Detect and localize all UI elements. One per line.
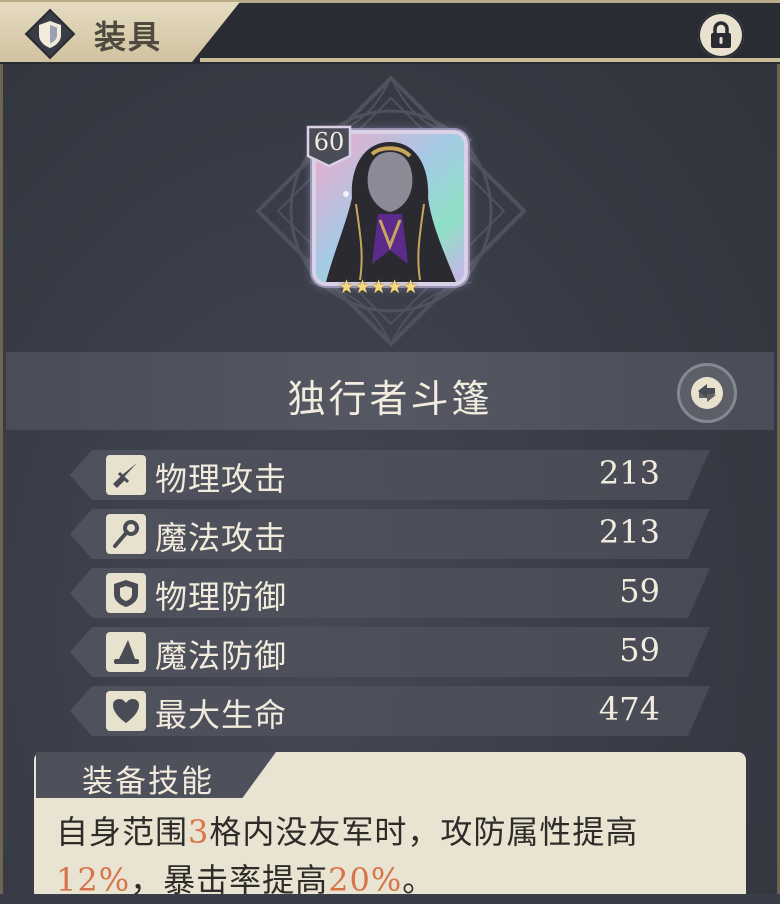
lock-button[interactable]	[698, 12, 744, 58]
skill-text-part: 。	[402, 861, 436, 899]
sword-icon	[106, 455, 146, 495]
header-underline	[200, 58, 780, 62]
skill-title: 装备技能	[82, 764, 214, 800]
stat-value: 474	[598, 690, 660, 728]
lock-icon	[711, 21, 731, 48]
stat-label: 物理防御	[155, 578, 288, 616]
stat-label: 最大生命	[155, 696, 288, 734]
item-level: 60	[313, 128, 345, 156]
stat-label: 物理攻击	[155, 460, 288, 498]
skill-text-part: 自身范围	[56, 813, 189, 851]
swap-icon	[691, 377, 723, 409]
stat-value: 213	[598, 513, 660, 551]
skill-highlight-value: 20%	[328, 861, 403, 899]
stat-value: 213	[598, 454, 660, 492]
staff-icon	[106, 514, 146, 554]
skill-description: 自身范围3格内没友军时，攻防属性提高 12%，暴击率提高20%。	[56, 808, 736, 904]
star-rating: ★★★★★	[338, 276, 419, 298]
skill-text-part: 格内没友军时，攻防属性提高	[209, 813, 639, 851]
stat-value: 59	[619, 631, 660, 669]
shield-icon	[106, 573, 146, 613]
stat-label: 魔法攻击	[155, 519, 288, 557]
skill-text-part: ，暴击率提高	[130, 861, 329, 899]
item-name: 独行者斗篷	[287, 377, 493, 421]
skill-highlight-value: 3	[188, 813, 210, 851]
stat-label: 魔法防御	[155, 637, 288, 675]
skill-highlight-value: 12%	[56, 861, 131, 899]
wizard-hat-icon	[106, 632, 146, 672]
heart-icon	[106, 691, 146, 731]
equipment-shield-icon	[24, 8, 76, 60]
stat-value: 59	[619, 572, 660, 610]
swap-button[interactable]	[677, 363, 737, 423]
header-title: 装具	[94, 18, 163, 56]
